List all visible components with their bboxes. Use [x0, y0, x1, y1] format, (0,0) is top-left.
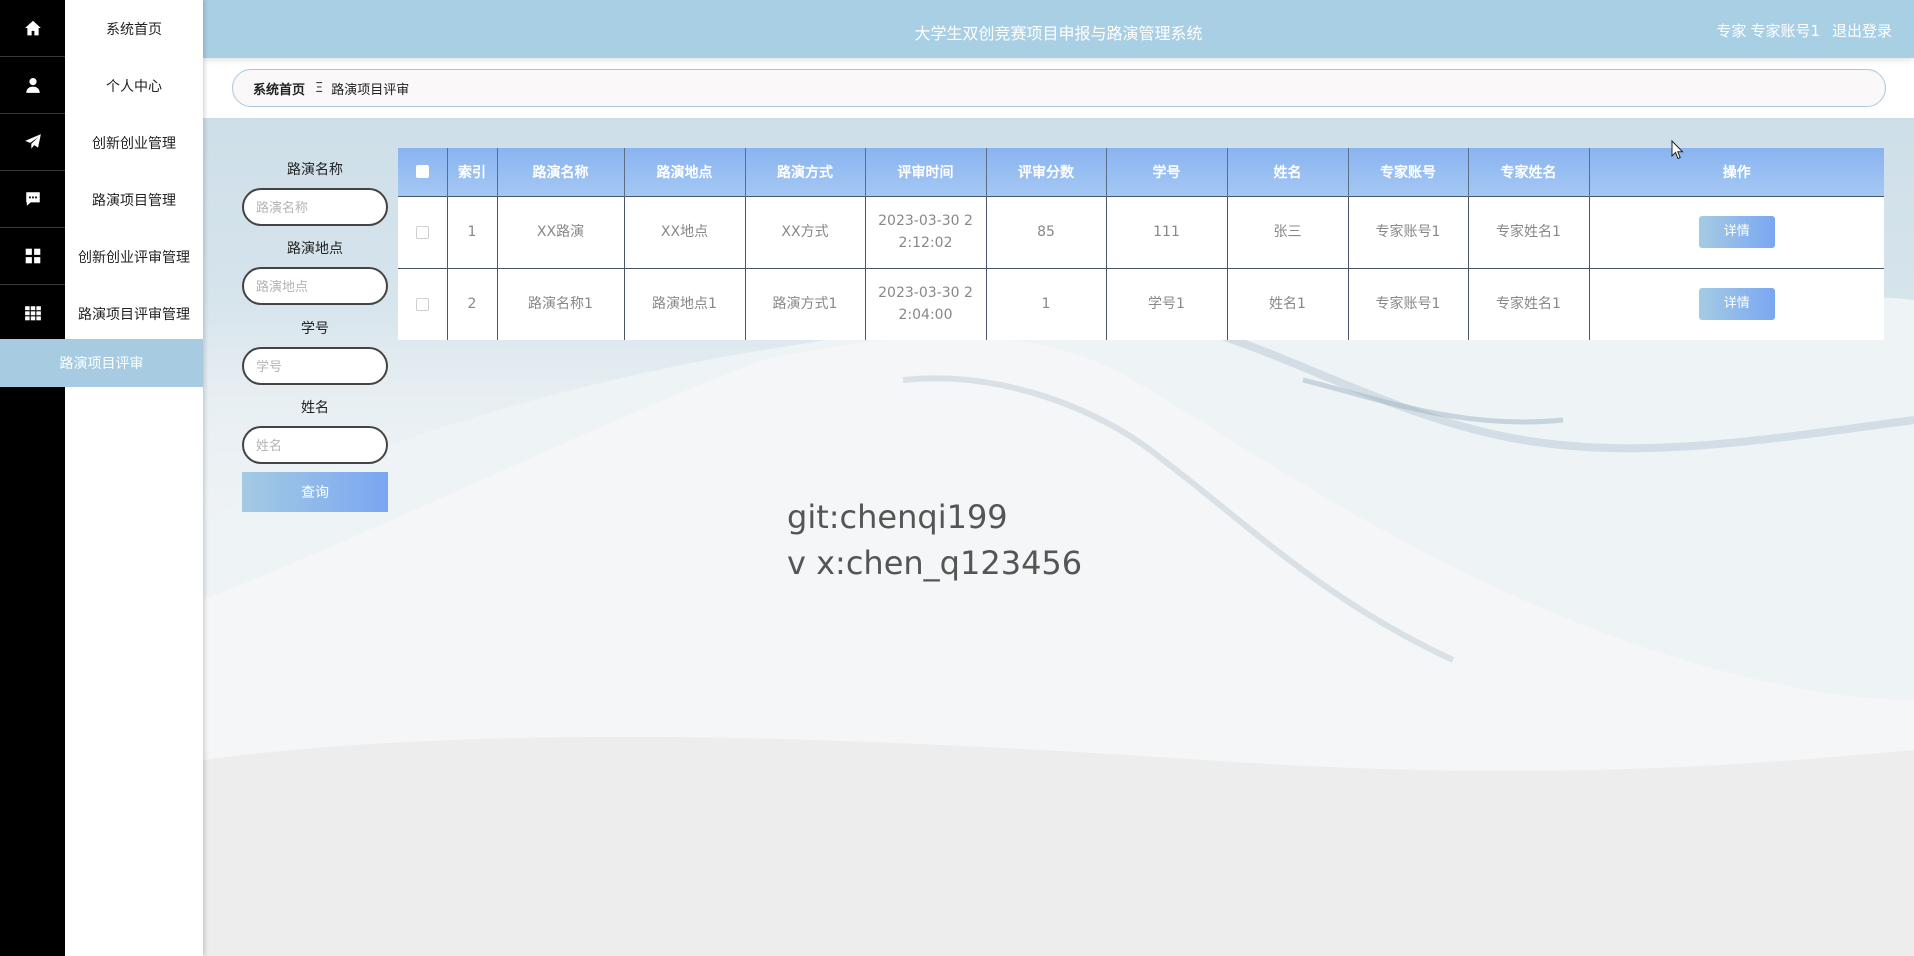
search-label-roadshow-name: 路演名称 — [287, 162, 343, 178]
row-checkbox-cell — [398, 267, 448, 340]
user-account: 专家账号1 — [1750, 22, 1820, 40]
cell-expert-account: 专家账号1 — [1348, 267, 1469, 340]
detail-button[interactable]: 详情 — [1698, 216, 1775, 248]
search-label-name: 姓名 — [301, 400, 329, 416]
user-role: 专家 — [1716, 22, 1747, 40]
breadcrumb-separator: Ξ — [315, 80, 324, 96]
column-header-student-no: 学号 — [1106, 148, 1228, 196]
rail-innovation-review[interactable] — [0, 228, 65, 285]
row-checkbox[interactable] — [415, 297, 429, 311]
snow-mountains-illustration — [203, 297, 1914, 956]
column-header-roadshow-name: 路演名称 — [497, 148, 625, 196]
cell-student-name: 姓名1 — [1227, 267, 1349, 340]
select-all-checkbox-cell — [398, 148, 448, 196]
cell-roadshow-mode: 路演方式1 — [745, 267, 866, 340]
cell-roadshow-mode: XX方式 — [745, 195, 866, 268]
row-checkbox-cell — [398, 195, 448, 268]
breadcrumb-band: 系统首页 Ξ 路演项目评审 — [203, 58, 1914, 118]
cell-roadshow-name: 路演名称1 — [497, 267, 625, 340]
sidebar-item-home[interactable]: 系统首页 — [65, 0, 203, 57]
cell-expert-name: 专家姓名1 — [1468, 195, 1590, 268]
home-icon — [24, 20, 41, 36]
cell-expert-account: 专家账号1 — [1348, 195, 1469, 268]
table-grid-icon — [24, 306, 41, 321]
sidebar-subitem-roadshow-review[interactable]: 路演项目评审 — [0, 339, 203, 387]
table-row: 2 路演名称1 路演地点1 路演方式1 2023-03-30 22:04:00 … — [398, 267, 1884, 340]
snow-background — [203, 0, 1914, 956]
chat-icon — [25, 192, 40, 206]
grid-icon — [25, 248, 40, 264]
review-table: 索引 路演名称 路演地点 路演方式 评审时间 评审分数 学号 姓名 专家账号 专… — [398, 148, 1884, 340]
cell-roadshow-name: XX路演 — [497, 195, 625, 268]
column-header-roadshow-mode: 路演方式 — [745, 148, 866, 196]
top-bar: 大学生双创竞赛项目申报与路演管理系统 专家 专家账号1 退出登录 — [203, 0, 1914, 58]
table-header-row: 索引 路演名称 路演地点 路演方式 评审时间 评审分数 学号 姓名 专家账号 专… — [398, 148, 1884, 196]
main-area: 大学生双创竞赛项目申报与路演管理系统 专家 专家账号1 退出登录 系统首页 Ξ … — [203, 0, 1914, 956]
select-all-checkbox[interactable] — [415, 165, 429, 179]
search-label-roadshow-place: 路演地点 — [287, 241, 343, 257]
user-icon — [25, 78, 40, 93]
watermark-line-git: git:chenqi199 — [787, 498, 1008, 536]
breadcrumb: 系统首页 Ξ 路演项目评审 — [232, 69, 1886, 107]
column-header-student-name: 姓名 — [1227, 148, 1349, 196]
breadcrumb-home[interactable]: 系统首页 — [253, 79, 305, 98]
cell-review-time: 2023-03-30 22:12:02 — [865, 195, 987, 268]
watermark-text: git:chenqi199 v x:chen_q123456 — [787, 494, 1082, 586]
rail-roadshow-review[interactable] — [0, 285, 65, 342]
rail-home[interactable] — [0, 0, 65, 57]
watermark-line-wx: v x:chen_q123456 — [787, 544, 1083, 582]
search-label-student-no: 学号 — [301, 321, 329, 337]
cell-roadshow-place: XX地点 — [624, 195, 746, 268]
sidebar: 系统首页 个人中心 创新创业管理 路演项目管理 创新创业评审管理 路演项目评审管… — [65, 0, 203, 956]
detail-button[interactable]: 详情 — [1698, 288, 1775, 321]
paper-plane-icon — [24, 134, 41, 149]
cell-action: 详情 — [1589, 267, 1884, 340]
column-header-expert-name: 专家姓名 — [1468, 148, 1590, 196]
cell-student-no: 111 — [1106, 195, 1228, 268]
app-title: 大学生双创竞赛项目申报与路演管理系统 — [914, 24, 1203, 43]
user-area: 专家 专家账号1 退出登录 — [1716, 20, 1892, 41]
search-input-name[interactable] — [242, 426, 388, 464]
sidebar-item-innovation-management[interactable]: 创新创业管理 — [65, 114, 203, 171]
search-input-roadshow-name[interactable] — [242, 188, 388, 226]
cell-index: 2 — [447, 267, 498, 340]
sidebar-item-roadshow-management[interactable]: 路演项目管理 — [65, 171, 203, 228]
column-header-review-time: 评审时间 — [865, 148, 987, 196]
sidebar-item-innovation-review-management[interactable]: 创新创业评审管理 — [65, 228, 203, 285]
sidebar-item-profile[interactable]: 个人中心 — [65, 57, 203, 114]
logout-link[interactable]: 退出登录 — [1832, 20, 1892, 41]
rail-innovation[interactable] — [0, 114, 65, 171]
sidebar-item-roadshow-review-management[interactable]: 路演项目评审管理 — [65, 285, 203, 342]
search-input-student-no[interactable] — [242, 347, 388, 385]
cell-student-no: 学号1 — [1106, 267, 1228, 340]
rail-roadshow[interactable] — [0, 171, 65, 228]
cell-action: 详情 — [1589, 195, 1884, 268]
column-header-action: 操作 — [1589, 148, 1884, 196]
column-header-roadshow-place: 路演地点 — [624, 148, 746, 196]
mouse-cursor-icon — [1671, 140, 1684, 160]
row-checkbox[interactable] — [415, 225, 429, 239]
column-header-expert-account: 专家账号 — [1348, 148, 1469, 196]
icon-rail — [0, 0, 65, 956]
column-header-review-score: 评审分数 — [986, 148, 1107, 196]
rail-user[interactable] — [0, 57, 65, 114]
cell-review-score: 1 — [986, 267, 1107, 340]
cell-index: 1 — [447, 195, 498, 268]
cell-review-score: 85 — [986, 195, 1107, 268]
search-input-roadshow-place[interactable] — [242, 267, 388, 305]
column-header-index: 索引 — [447, 148, 498, 196]
table-row: 1 XX路演 XX地点 XX方式 2023-03-30 22:12:02 85 … — [398, 195, 1884, 268]
cell-review-time: 2023-03-30 22:04:00 — [865, 267, 987, 340]
cell-student-name: 张三 — [1227, 195, 1349, 268]
cell-roadshow-place: 路演地点1 — [624, 267, 746, 340]
query-button[interactable]: 查询 — [242, 472, 388, 512]
cell-expert-name: 专家姓名1 — [1468, 267, 1590, 340]
breadcrumb-current: 路演项目评审 — [331, 82, 410, 98]
